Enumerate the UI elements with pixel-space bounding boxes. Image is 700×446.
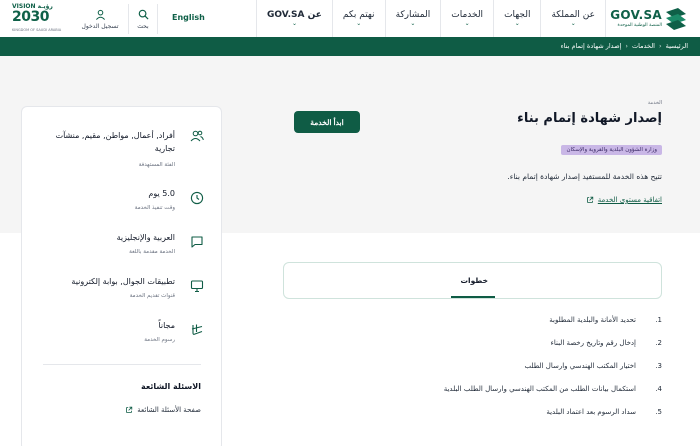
breadcrumb-current: إصدار شهادة إتمام بناء <box>560 42 622 50</box>
divider <box>43 364 201 365</box>
breadcrumb-separator: ‹ <box>659 42 662 50</box>
faq-title: الاسئلة الشائعة <box>141 382 201 391</box>
breadcrumb: الرئيسية ‹ الخدمات ‹ إصدار شهادة إتمام ب… <box>561 42 688 50</box>
vision-2030-logo: VISION رؤيـة 2030 KINGDOM OF SAUDI ARABI… <box>12 3 62 35</box>
breadcrumb-separator: ‹ <box>625 42 629 50</box>
nav-about-govsa[interactable]: عن GOV.SA ⌄ <box>256 0 333 37</box>
gov-sa-logo[interactable]: GOV.SA المنصة الوطنية الموحدة <box>608 4 688 34</box>
breadcrumb-home[interactable]: الرئيسية <box>666 42 688 50</box>
breadcrumb-services[interactable]: الخدمات <box>632 42 655 50</box>
chevron-down-icon: ⌄ <box>356 20 362 27</box>
search-button[interactable]: بحث <box>128 4 158 34</box>
list-item: 5. سداد الرسوم بعد اعتماد البلدية <box>342 408 662 431</box>
step-number: 5. <box>655 408 662 416</box>
page-title: إصدار شهادة إتمام بناء <box>517 111 662 126</box>
info-value: تطبيقات الجوال, بوابة إلكترونية <box>71 277 175 286</box>
info-key: الخدمة مقدمة باللغة <box>129 249 175 255</box>
nav-label: الخدمات <box>451 10 484 20</box>
chevron-down-icon: ⌄ <box>410 20 416 27</box>
vision-year: 2030 <box>12 9 49 25</box>
login-label: تسجيل الدخول <box>81 22 119 30</box>
info-value: 5.0 يوم <box>148 189 175 198</box>
step-number: 1. <box>655 316 662 324</box>
tab-steps[interactable]: خطوات <box>460 276 488 285</box>
nav-entities[interactable]: الجهات ⌄ <box>494 0 542 37</box>
faq-link[interactable]: صفحة الأسئلة الشائعة <box>125 406 201 414</box>
main-nav: عن المملكة ⌄ الجهات ⌄ الخدمات ⌄ المشاركة… <box>256 0 606 37</box>
info-value: أفراد, أعمال, مواطن, مقيم, منشآت تجارية <box>55 131 175 153</box>
gov-sa-logo-icon <box>666 8 686 30</box>
nav-we-care[interactable]: نهتم بكم ⌄ <box>333 0 386 37</box>
start-service-button[interactable]: ابدأ الخدمة <box>294 111 360 133</box>
step-text: استكمال بيانات الطلب من المكتب الهندسي و… <box>443 385 636 393</box>
external-link-icon <box>586 196 593 203</box>
vision-sub-text: KINGDOM OF SAUDI ARABIA <box>12 28 62 32</box>
info-key: الفئة المستهدفة <box>138 162 175 168</box>
info-value: العربية والإنجليزية <box>116 233 175 242</box>
login-button[interactable]: تسجيل الدخول <box>72 4 128 34</box>
riyal-icon <box>191 324 203 335</box>
nav-label: المشاركة <box>395 10 431 20</box>
info-key: قنوات تقديم الخدمة <box>129 293 175 299</box>
top-header: GOV.SA المنصة الوطنية الموحدة عن المملكة… <box>0 0 700 37</box>
step-text: إدخال رقم وتاريخ رخصة البناء <box>550 339 636 347</box>
list-item: 4. استكمال بيانات الطلب من المكتب الهندس… <box>342 385 662 408</box>
search-label: بحث <box>137 22 149 30</box>
service-category: الخدمة <box>647 100 662 106</box>
monitor-icon <box>190 280 204 293</box>
service-description: تتيح هذه الخدمة للمستفيد إصدار شهادة إتم… <box>507 172 662 181</box>
search-icon <box>138 9 149 20</box>
chevron-down-icon: ⌄ <box>514 20 520 27</box>
nav-label: نهتم بكم <box>342 10 375 20</box>
chat-icon <box>191 236 203 248</box>
step-text: تحديد الأمانة والبلدية المطلوبة <box>549 316 636 324</box>
users-icon <box>190 130 204 142</box>
list-item: 2. إدخال رقم وتاريخ رخصة البناء <box>342 339 662 362</box>
nav-label: الجهات <box>504 10 531 20</box>
list-item: 1. تحديد الأمانة والبلدية المطلوبة <box>342 316 662 339</box>
info-value: مجاناً <box>158 321 175 330</box>
nav-about-kingdom[interactable]: عن المملكة ⌄ <box>541 0 606 37</box>
breadcrumb-bar: الرئيسية ‹ الخدمات ‹ إصدار شهادة إتمام ب… <box>0 37 700 56</box>
step-number: 2. <box>655 339 662 347</box>
sla-link-label: اتفاقية مستوى الخدمة <box>597 196 662 204</box>
step-number: 4. <box>655 385 662 393</box>
faq-link-label: صفحة الأسئلة الشائعة <box>137 406 201 414</box>
info-key: رسوم الخدمة <box>144 337 175 343</box>
clock-icon <box>190 191 204 205</box>
active-tab-indicator <box>451 296 495 298</box>
external-link-icon <box>126 406 133 413</box>
nav-label: عن GOV.SA <box>267 10 322 20</box>
chevron-down-icon: ⌄ <box>570 20 576 27</box>
ministry-badge[interactable]: وزارة الشؤون البلدية والقروية والإسكان <box>561 145 662 155</box>
chevron-down-icon: ⌄ <box>464 20 470 27</box>
language-toggle[interactable]: English <box>172 13 205 22</box>
nav-label: عن المملكة <box>551 10 595 20</box>
steps-list: 1. تحديد الأمانة والبلدية المطلوبة 2. إد… <box>342 316 662 431</box>
info-key: وقت تنفيذ الخدمة <box>134 205 175 211</box>
user-icon <box>95 9 105 20</box>
step-text: اختيار المكتب الهندسي وارسال الطلب <box>524 362 636 370</box>
nav-participation[interactable]: المشاركة ⌄ <box>386 0 442 37</box>
step-number: 3. <box>655 362 662 370</box>
service-tabs: خطوات <box>283 262 662 299</box>
list-item: 3. اختيار المكتب الهندسي وارسال الطلب <box>342 362 662 385</box>
step-text: سداد الرسوم بعد اعتماد البلدية <box>546 408 636 416</box>
chevron-down-icon: ⌄ <box>291 20 297 27</box>
nav-services[interactable]: الخدمات ⌄ <box>441 0 495 37</box>
logo-subtitle: المنصة الوطنية الموحدة <box>617 23 662 28</box>
logo-text: GOV.SA <box>610 8 662 22</box>
service-info-card: أفراد, أعمال, مواطن, مقيم, منشآت تجارية … <box>21 106 222 446</box>
sla-link[interactable]: اتفاقية مستوى الخدمة <box>586 196 662 204</box>
